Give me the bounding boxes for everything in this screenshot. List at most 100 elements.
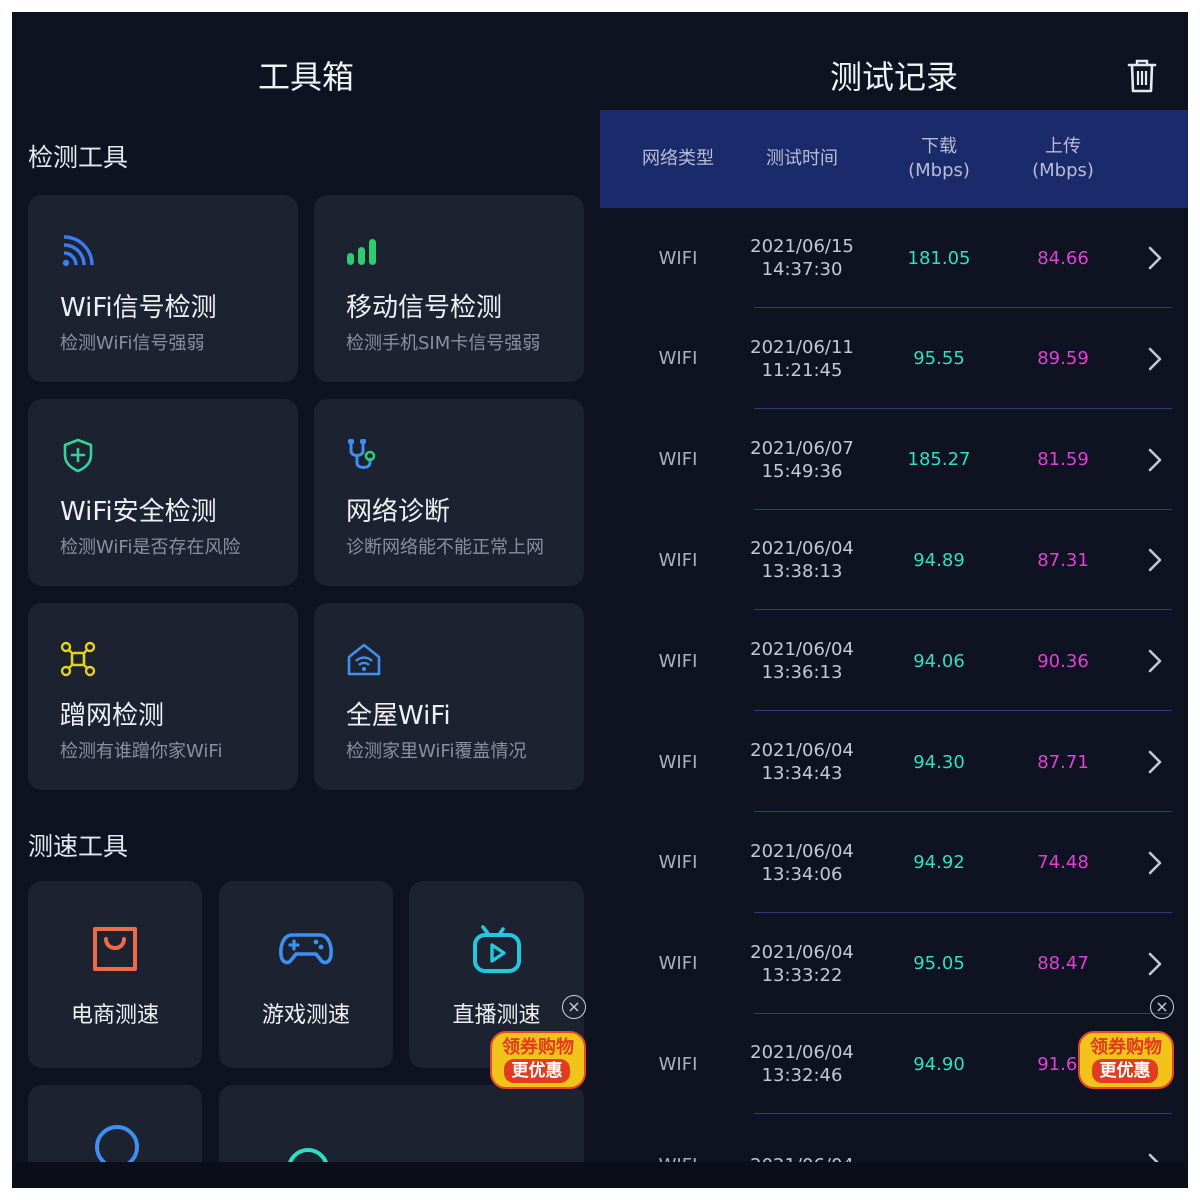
- toolbox-panel: 工具箱 检测工具 WiFi信号检测 检测WiFi信号强弱 移动信号检测 检测手机…: [12, 12, 600, 1162]
- table-header: 网络类型 测试时间 下载 (Mbps) 上传 (Mbps): [600, 110, 1188, 208]
- cell-download: 185.27: [907, 449, 971, 471]
- cell-date: 2021/06/04: [750, 538, 854, 560]
- table-row[interactable]: WIFI 2021/06/04 13:33:22 95.05 88.47: [600, 914, 1188, 1014]
- card-title: 移动信号检测: [346, 293, 503, 323]
- promo-close-button[interactable]: ×: [1150, 995, 1174, 1019]
- table-row[interactable]: WIFI 2021/06/04 13:36:13 94.06 90.36: [600, 611, 1188, 712]
- cell-download: 95.55: [913, 348, 965, 370]
- live-tv-icon: [472, 925, 521, 973]
- cell-date: 2021/06/04: [750, 840, 854, 862]
- gauge-icon: [288, 1148, 328, 1162]
- speed-card-label: 电商测速: [70, 1003, 159, 1028]
- cell-test-time: 2021/06/04 13:34:43: [740, 712, 864, 812]
- header-download: 下载 (Mbps): [908, 136, 970, 181]
- cell-clock: 11:21:45: [761, 359, 843, 381]
- mobile-signal-card[interactable]: 移动信号检测 检测手机SIM卡信号强弱: [314, 195, 584, 382]
- freeloader-detect-card[interactable]: 蹭网检测 检测有谁蹭你家WiFi: [28, 603, 298, 790]
- card-subtitle: 检测有谁蹭你家WiFi: [60, 741, 223, 762]
- network-diagnosis-card[interactable]: 网络诊断 诊断网络能不能正常上网: [314, 399, 584, 586]
- chevron-right-icon[interactable]: [1148, 548, 1162, 572]
- shopping-bag-icon: [93, 927, 137, 971]
- cellular-bars-icon: [347, 239, 376, 265]
- cell-network-type: WIFI: [658, 852, 698, 874]
- chevron-right-icon[interactable]: [1148, 1153, 1162, 1162]
- table-row[interactable]: WIFI 2021/06/04 13:34:06 94.92 74.48: [600, 813, 1188, 913]
- cell-test-time: 2021/06/04 13:36:13: [740, 611, 864, 711]
- header-test-time: 测试时间: [766, 148, 838, 169]
- cell-clock: 13:36:13: [761, 662, 843, 684]
- cell-network-type: WIFI: [658, 751, 698, 773]
- cell-network-type: WIFI: [658, 449, 698, 471]
- cell-test-time: 2021/06/07 15:49:36: [740, 410, 864, 510]
- wifi-security-card[interactable]: WiFi安全检测 检测WiFi是否存在风险: [28, 399, 298, 586]
- cell-clock: 15:49:36: [761, 460, 843, 482]
- house-wifi-icon: [347, 643, 381, 676]
- cell-upload: 74.48: [1037, 852, 1089, 874]
- promo-badge[interactable]: × 领券购物 更优惠: [1078, 995, 1174, 1089]
- cell-test-time: 2021/06/04 13:32:46: [740, 1014, 864, 1114]
- network-nodes-icon: [60, 641, 96, 677]
- table-row[interactable]: WIFI 2021/06/04 13:34:43 94.30 87.71: [600, 712, 1188, 812]
- promo-line1: 领券购物: [502, 1037, 574, 1058]
- card-subtitle: 检测WiFi信号强弱: [60, 333, 205, 354]
- cell-network-type: WIFI: [658, 348, 698, 370]
- cell-download: 94.06: [913, 650, 965, 672]
- promo-close-button[interactable]: ×: [562, 995, 586, 1019]
- cell-test-time: 2021/06/04 13:33:22: [740, 914, 864, 1014]
- cell-download: 94.89: [913, 549, 965, 571]
- bottom-nav-bar: [12, 1162, 1188, 1188]
- cell-download: 95.05: [913, 953, 965, 975]
- cell-date: 2021/06/04: [750, 941, 854, 963]
- page-title: 工具箱: [257, 58, 354, 96]
- header-network-type: 网络类型: [642, 148, 714, 169]
- trash-icon[interactable]: [1126, 58, 1158, 94]
- chevron-right-icon[interactable]: [1148, 952, 1162, 976]
- cell-clock: 13:34:06: [761, 863, 843, 885]
- cell-clock: 14:37:30: [761, 259, 843, 280]
- cell-date: 2021/06/07: [750, 437, 854, 459]
- ecommerce-speed-card[interactable]: 电商测速: [28, 881, 202, 1068]
- cell-upload: 89.59: [1037, 348, 1089, 370]
- cell-download: 94.30: [913, 751, 965, 773]
- gamepad-icon: [279, 933, 333, 965]
- promo-line2: 更优惠: [1092, 1059, 1158, 1083]
- chevron-right-icon[interactable]: [1148, 448, 1162, 472]
- wifi-signal-card[interactable]: WiFi信号检测 检测WiFi信号强弱: [28, 195, 298, 382]
- records-title: 测试记录: [829, 58, 958, 96]
- cell-upload: 88.47: [1037, 953, 1089, 975]
- chevron-right-icon[interactable]: [1148, 246, 1162, 270]
- game-speed-card[interactable]: 游戏测速: [219, 881, 393, 1068]
- cell-clock: 13:32:46: [761, 1065, 843, 1087]
- table-row[interactable]: WIFI 2021/06/04 13:38:13 94.89 87.31: [600, 510, 1188, 611]
- promo-badge[interactable]: × 领券购物 更优惠: [490, 995, 586, 1089]
- card-subtitle: 诊断网络能不能正常上网: [346, 537, 544, 558]
- cell-date: 2021/06/04: [750, 1042, 854, 1064]
- chat-bubble-icon: [95, 1125, 139, 1162]
- card-title: 蹭网检测: [60, 701, 165, 731]
- table-row[interactable]: WIFI 2021/06/07 15:49:36 185.27 81.59: [600, 410, 1188, 510]
- speed-card-partial[interactable]: [28, 1085, 202, 1162]
- cell-network-type: WIFI: [658, 549, 698, 571]
- table-row[interactable]: WIFI 2021/06/15 14:37:30 181.05 84.66: [600, 208, 1188, 308]
- cell-network-type: WIFI: [658, 1053, 698, 1075]
- table-row[interactable]: WIFI 2021/06/04: [600, 1115, 1188, 1162]
- chevron-right-icon[interactable]: [1148, 750, 1162, 774]
- speed-card-partial-wide[interactable]: [219, 1085, 584, 1162]
- card-subtitle: 检测手机SIM卡信号强弱: [346, 333, 541, 354]
- cell-test-time: 2021/06/11 11:21:45: [740, 309, 864, 409]
- cell-network-type: WIFI: [658, 247, 698, 269]
- cell-upload: 81.59: [1037, 449, 1089, 471]
- cell-upload: 84.66: [1037, 247, 1089, 269]
- card-title: 全屋WiFi: [346, 701, 451, 731]
- cell-test-time: 2021/06/15 14:37:30: [740, 208, 864, 308]
- table-row[interactable]: WIFI 2021/06/11 11:21:45 95.55 89.59: [600, 309, 1188, 409]
- card-subtitle: 检测家里WiFi覆盖情况: [346, 741, 527, 762]
- chevron-right-icon[interactable]: [1148, 851, 1162, 875]
- cell-upload: 87.71: [1037, 751, 1089, 773]
- card-title: 网络诊断: [346, 497, 451, 527]
- app-frame: 工具箱 检测工具 WiFi信号检测 检测WiFi信号强弱 移动信号检测 检测手机…: [12, 12, 1188, 1188]
- whole-house-wifi-card[interactable]: 全屋WiFi 检测家里WiFi覆盖情况: [314, 603, 584, 790]
- chevron-right-icon[interactable]: [1148, 649, 1162, 673]
- cell-download: 94.90: [913, 1053, 965, 1075]
- chevron-right-icon[interactable]: [1148, 347, 1162, 371]
